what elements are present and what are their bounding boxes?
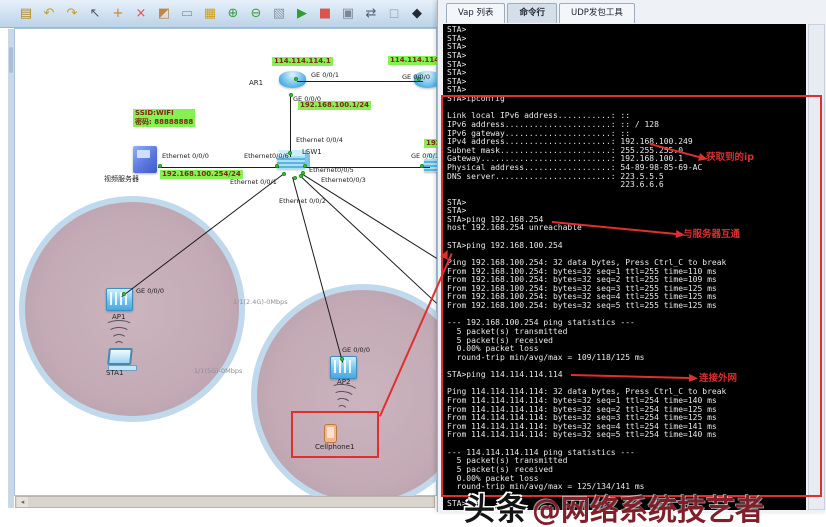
port-label: GE 0/0/1 bbox=[411, 152, 439, 160]
ensp-window: ▤ ↶ ↷ ↖ + × ◩ ▭ ▦ ⊕ ⊖ ▧ ▶ ■ ▣ ⇄ ◻ ◆ ◂ 114.114.114.1 114.11… bbox=[0, 0, 826, 527]
port-label: GE 0/0/0 bbox=[136, 287, 164, 295]
sta1-laptop[interactable] bbox=[107, 348, 137, 371]
console-icon[interactable]: ◆ bbox=[409, 5, 425, 23]
stop-device-icon[interactable]: ■ bbox=[317, 5, 333, 23]
open-icon[interactable]: ▤ bbox=[18, 5, 34, 23]
port-label: Ethernet 0/0/0 bbox=[162, 152, 209, 160]
comment-icon[interactable]: ▭ bbox=[179, 5, 195, 23]
port-up-dot bbox=[293, 176, 297, 180]
port-label: GE 0/0/0 bbox=[402, 73, 430, 81]
port-label: Ethernet 0/0/2 bbox=[279, 197, 326, 205]
router-ar1[interactable] bbox=[279, 71, 306, 88]
wireless-signal-ap2 bbox=[326, 382, 360, 419]
laptop-screen-icon bbox=[107, 348, 133, 365]
port-up-dot bbox=[275, 164, 279, 168]
port-label: Ethernet 0/0/4 bbox=[296, 136, 343, 144]
port-label: GE 0/0/0 bbox=[342, 346, 370, 354]
device-label-ap1: AP1 bbox=[112, 313, 126, 321]
topology-link bbox=[158, 167, 279, 168]
terminal-tab-bar: Vap 列表 命令行 UDP发包工具 bbox=[446, 3, 635, 23]
pan-hand-icon[interactable]: + bbox=[110, 5, 126, 23]
note-icon[interactable]: ▦ bbox=[202, 5, 218, 23]
redo-icon[interactable]: ↷ bbox=[64, 5, 80, 23]
sta-terminal-window: Vap 列表 命令行 UDP发包工具 STA> STA> STA> STA> STA… bbox=[437, 0, 826, 512]
delete-icon[interactable]: × bbox=[133, 5, 149, 23]
port-up-dot bbox=[303, 164, 307, 168]
blank-page-icon[interactable]: ◻ bbox=[386, 5, 402, 23]
zoom-out-icon[interactable]: ⊖ bbox=[248, 5, 264, 23]
port-up-dot bbox=[158, 164, 162, 168]
device-label-sta1: STA1 bbox=[106, 369, 124, 377]
start-device-icon[interactable]: ▶ bbox=[294, 5, 310, 23]
eraser-icon[interactable]: ◩ bbox=[156, 5, 172, 23]
note-ssid: SSID:WIFI 密码: 88888888 bbox=[133, 109, 196, 127]
console-output: STA> STA> STA> STA> STA> STA> STA> STA> … bbox=[447, 25, 727, 509]
port-up-dot bbox=[299, 174, 303, 178]
note-wan-ip-1: 114.114.114.1 bbox=[272, 57, 333, 66]
port-label: Ethernet0/0/3 bbox=[321, 176, 366, 184]
tab-命令行[interactable]: 命令行 bbox=[507, 3, 557, 23]
tab-Vap 列表[interactable]: Vap 列表 bbox=[446, 3, 506, 23]
port-up-dot bbox=[122, 292, 126, 296]
topology-link bbox=[290, 93, 291, 157]
interface-list-icon[interactable]: ⇄ bbox=[363, 5, 379, 23]
device-label-ap2: AP2 bbox=[337, 378, 351, 386]
terminal-console[interactable]: STA> STA> STA> STA> STA> STA> STA> STA> … bbox=[443, 24, 806, 510]
scroll-left-arrow-icon[interactable]: ◂ bbox=[17, 497, 28, 507]
port-label: GE 0/0/0 bbox=[293, 95, 321, 103]
radio-rate-label: 1/1(5G)-0Mbps bbox=[194, 367, 243, 375]
zoom-in-icon[interactable]: ⊕ bbox=[225, 5, 241, 23]
port-up-dot bbox=[282, 172, 286, 176]
port-label: Ethernet0/0/5 bbox=[309, 166, 354, 174]
port-label: Ethernet 0/0/1 bbox=[230, 178, 277, 186]
device-label-ar1: AR1 bbox=[249, 79, 264, 87]
port-up-dot bbox=[340, 357, 344, 361]
scrollbar-thumb[interactable] bbox=[9, 47, 13, 73]
device-label-cellphone1: Cellphone1 bbox=[315, 443, 355, 451]
port-label: GE 0/0/1 bbox=[311, 71, 339, 79]
data-capture-icon[interactable]: ▣ bbox=[340, 5, 356, 23]
console-scrollbar[interactable] bbox=[808, 24, 825, 510]
snapshot-icon[interactable]: ▧ bbox=[271, 5, 287, 23]
cellphone1[interactable] bbox=[324, 424, 337, 443]
video-server[interactable] bbox=[133, 146, 157, 173]
port-label: Ethernet0/0/6 bbox=[244, 152, 289, 160]
port-up-dot bbox=[420, 164, 424, 168]
topology-link bbox=[302, 174, 437, 259]
undo-icon[interactable]: ↶ bbox=[41, 5, 57, 23]
device-label-lsw1: LSW1 bbox=[302, 148, 322, 156]
device-label-server: 视频服务器 bbox=[104, 175, 139, 183]
tab-UDP发包工具[interactable]: UDP发包工具 bbox=[558, 3, 635, 23]
canvas-vertical-scrollbar[interactable] bbox=[8, 29, 14, 508]
canvas-horizontal-scrollbar[interactable]: ◂ bbox=[15, 496, 435, 508]
radio-rate-label: 1/1(2.4G)-0Mbps bbox=[233, 298, 288, 306]
topology-link bbox=[297, 81, 423, 82]
select-icon[interactable]: ↖ bbox=[87, 5, 103, 23]
port-up-dot bbox=[294, 77, 298, 81]
